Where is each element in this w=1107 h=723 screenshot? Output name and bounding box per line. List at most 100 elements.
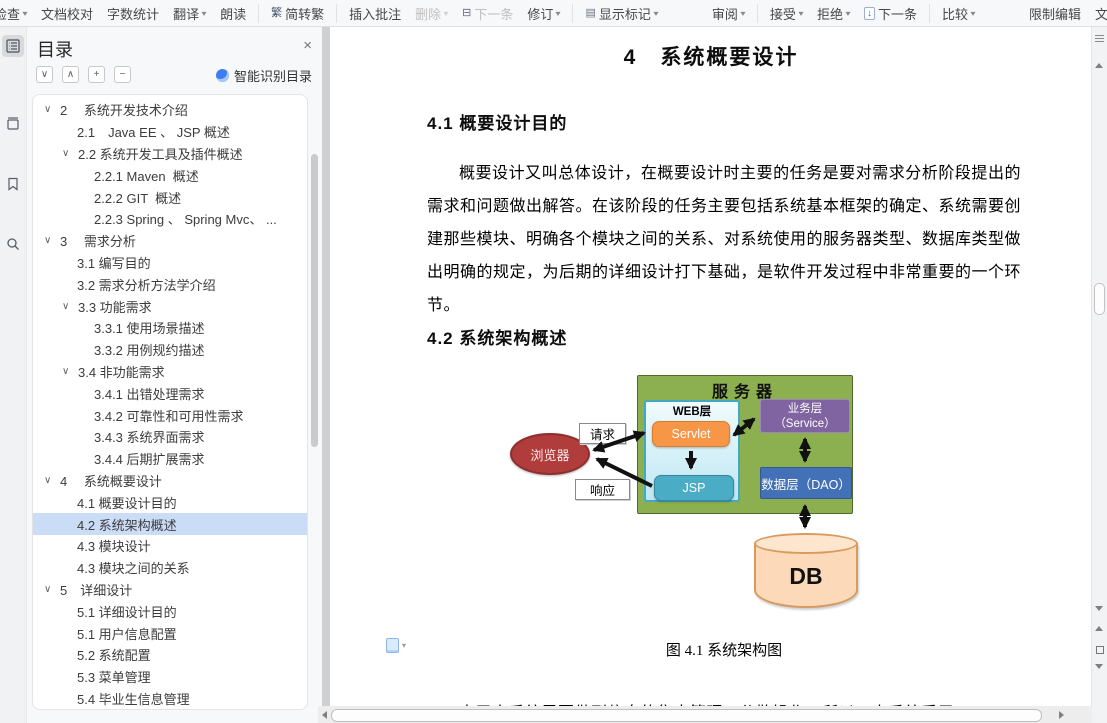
ribbon-button[interactable]: 修订 ▾: [527, 4, 561, 23]
ribbon-button-label: 显示标记: [598, 6, 651, 22]
document-page[interactable]: 4 系统概要设计 4.1 概要设计目的 概要设计又叫总体设计，在概要设计时主要的…: [330, 27, 1092, 723]
database-cylinder: DB: [754, 533, 858, 608]
page-options-button[interactable]: ▾: [386, 638, 406, 653]
chevron-down-icon[interactable]: ∨: [44, 235, 60, 246]
chevron-down-icon[interactable]: ∨: [44, 584, 60, 595]
toc-item[interactable]: ∨ 5 详细设计: [33, 579, 307, 601]
ribbon-button[interactable]: 翻译 ▾: [173, 4, 207, 23]
ribbon-button[interactable]: 拒绝 ▾: [817, 4, 851, 23]
toc-item-label: 3 需求分析: [60, 234, 136, 250]
close-icon[interactable]: ×: [303, 37, 312, 54]
ribbon-button[interactable]: 朗读 ▾: [220, 4, 246, 23]
response-label: 响应: [575, 479, 630, 500]
toc-item-label: 3.4.2 可靠性和可用性需求: [94, 408, 244, 424]
ribbon-button[interactable]: 删除 ▾: [415, 4, 449, 23]
toc-item[interactable]: ∨ 2.2.3 Spring 、 Spring Mvc、 ...: [33, 208, 307, 230]
ribbon-button-label: 朗读: [220, 6, 247, 22]
ribbon-button[interactable]: 限制编辑 ▾: [1029, 4, 1081, 23]
ribbon-button[interactable]: 繁 简转繁 ▾: [258, 3, 325, 23]
toc-item[interactable]: ∨ 3.4 非功能需求: [33, 361, 307, 383]
vertical-scrollbar[interactable]: [1091, 27, 1107, 723]
ribbon-button[interactable]: ▤ 显示标记 ▾: [572, 3, 658, 23]
service-layer-box: 业务层 （Service）: [760, 399, 850, 433]
jsp-box: JSP: [654, 475, 734, 501]
ribbon-button[interactable]: 文档权限 ▾: [1095, 4, 1107, 23]
ribbon-button[interactable]: 接受 ▾: [756, 3, 804, 23]
toc-item[interactable]: ∨ 5.1 用户信息配置: [33, 622, 307, 644]
ribbon-button[interactable]: 拼写检查 ▾: [0, 4, 28, 23]
ribbon-button-label: 字数统计: [107, 6, 160, 22]
toc-item[interactable]: ∨ 3 需求分析: [33, 230, 307, 252]
web-layer-label: WEB层: [672, 406, 712, 418]
ribbon-button[interactable]: ↓ 下一条 ▾: [863, 4, 917, 23]
next-page-button[interactable]: [1095, 664, 1103, 669]
toc-item[interactable]: ∨ 5.4 毕业生信息管理: [33, 688, 307, 709]
vertical-scrollbar-thumb[interactable]: [1094, 283, 1105, 315]
chevron-down-icon[interactable]: ∨: [62, 301, 78, 312]
service-layer-line1: 业务层: [787, 403, 823, 415]
toc-item[interactable]: ∨ 3.2 需求分析方法学介绍: [33, 273, 307, 295]
select-browse-object-button[interactable]: [1096, 646, 1104, 654]
search-panel-icon[interactable]: [2, 233, 24, 255]
toc-item[interactable]: ∨ 2 系统开发技术介绍: [33, 99, 307, 121]
horizontal-scrollbar-thumb[interactable]: [331, 709, 1042, 722]
horizontal-scrollbar[interactable]: [318, 706, 1092, 723]
outline-panel-icon[interactable]: [2, 35, 24, 57]
pages-panel-icon[interactable]: [2, 113, 24, 135]
ruler-toggle-icon[interactable]: [1095, 35, 1104, 43]
ribbon-button[interactable]: 文档校对 ▾: [41, 4, 93, 23]
architecture-figure-image[interactable]: 服务器 WEB层 Servlet JSP 业务层 （Service） 数据层（D…: [502, 374, 890, 619]
toc-item[interactable]: ∨ 3.3 功能需求: [33, 295, 307, 317]
expand-heading-button[interactable]: ∧: [62, 66, 79, 83]
toc-item[interactable]: ∨ 4 系统概要设计: [33, 470, 307, 492]
scroll-left-arrow[interactable]: [322, 711, 327, 719]
toc-item[interactable]: ∨ 5.2 系统配置: [33, 644, 307, 666]
ribbon-button[interactable]: 字数统计 ▾: [107, 4, 159, 23]
collapse-heading-button[interactable]: ∨: [36, 66, 53, 83]
toc-item-label: 5.1 用户信息配置: [77, 626, 177, 642]
expand-all-button[interactable]: +: [88, 66, 105, 83]
chevron-down-icon: ▾: [402, 641, 407, 650]
toc-scrollbar-thumb[interactable]: [311, 154, 318, 447]
toc-item[interactable]: ∨ 3.4.2 可靠性和可用性需求: [33, 404, 307, 426]
toc-item[interactable]: ∨ 3.4.1 出错处理需求: [33, 382, 307, 404]
collapse-all-button[interactable]: −: [114, 66, 131, 83]
ribbon-button[interactable]: 审阅 ▾: [712, 4, 746, 23]
toc-item[interactable]: ∨ 5.3 菜单管理: [33, 666, 307, 688]
toc-item[interactable]: ∨ 4.1 概要设计目的: [33, 491, 307, 513]
previous-page-button[interactable]: [1095, 626, 1103, 631]
chevron-down-icon[interactable]: ∨: [44, 104, 60, 115]
toc-item[interactable]: ∨ 3.4.3 系统界面需求: [33, 426, 307, 448]
bookmark-panel-icon[interactable]: [2, 173, 24, 195]
chevron-down-icon[interactable]: ∨: [62, 148, 78, 159]
document-workspace: 4 系统概要设计 4.1 概要设计目的 概要设计又叫总体设计，在概要设计时主要的…: [322, 27, 1092, 723]
toc-item[interactable]: ∨ 2.2 系统开发工具及插件概述: [33, 143, 307, 165]
toc-item[interactable]: ∨ 2.1 Java EE 、 JSP 概述: [33, 121, 307, 143]
scroll-down-arrow[interactable]: [1095, 606, 1103, 611]
ribbon-button[interactable]: 比较 ▾: [928, 3, 976, 23]
body-paragraph: 概要设计又叫总体设计，在概要设计时主要的任务是要对需求分析阶段提出的需求和问题做…: [427, 165, 1022, 314]
toc-item[interactable]: ∨ 4.2 系统架构概述: [33, 513, 307, 535]
ribbon-button[interactable]: 插入批注 ▾: [336, 3, 401, 23]
smart-recognize-toc-button[interactable]: 智能识别目录: [215, 66, 312, 85]
toc-item[interactable]: ∨ 3.1 编写目的: [33, 252, 307, 274]
ribbon-button-icon: ⊟: [462, 6, 472, 19]
toc-item[interactable]: ∨ 3.4.4 后期扩展需求: [33, 448, 307, 470]
ribbon-button[interactable]: ⊟ 下一条 ▾: [462, 4, 513, 23]
chevron-down-icon[interactable]: ∨: [62, 366, 78, 377]
toc-item[interactable]: ∨ 2.2.1 Maven 概述: [33, 164, 307, 186]
toc-item[interactable]: ∨ 4.3 模块设计: [33, 535, 307, 557]
scroll-up-arrow[interactable]: [1095, 63, 1103, 68]
scroll-right-arrow[interactable]: [1059, 711, 1064, 719]
toc-item-label: 5 详细设计: [60, 582, 133, 598]
toc-item[interactable]: ∨ 4.3 模块之间的关系: [33, 557, 307, 579]
ribbon-button-label: 限制编辑: [1029, 6, 1082, 22]
ribbon-button-label: 简转繁: [285, 6, 325, 22]
toc-item[interactable]: ∨ 5.1 详细设计目的: [33, 600, 307, 622]
ribbon-button-label: 拼写检查: [0, 6, 21, 22]
toc-item[interactable]: ∨ 3.3.1 使用场景描述: [33, 317, 307, 339]
toc-item[interactable]: ∨ 2.2.2 GIT 概述: [33, 186, 307, 208]
chevron-down-icon[interactable]: ∨: [44, 475, 60, 486]
toc-item-label: 3.4.1 出错处理需求: [94, 386, 205, 402]
toc-item[interactable]: ∨ 3.3.2 用例规约描述: [33, 339, 307, 361]
